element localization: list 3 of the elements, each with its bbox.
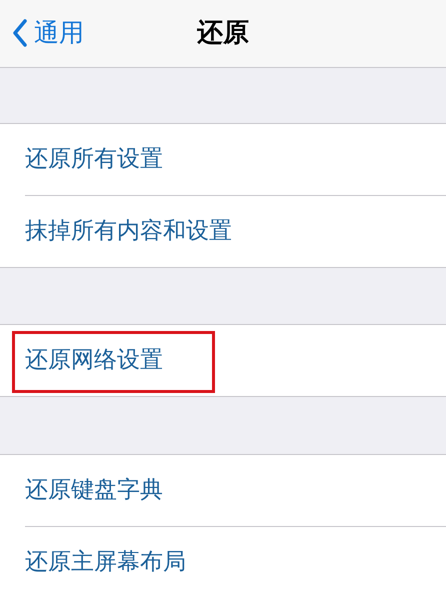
screen-title: 还原	[197, 17, 249, 50]
back-button[interactable]: 通用	[12, 14, 84, 52]
chevron-left-icon	[12, 18, 28, 47]
